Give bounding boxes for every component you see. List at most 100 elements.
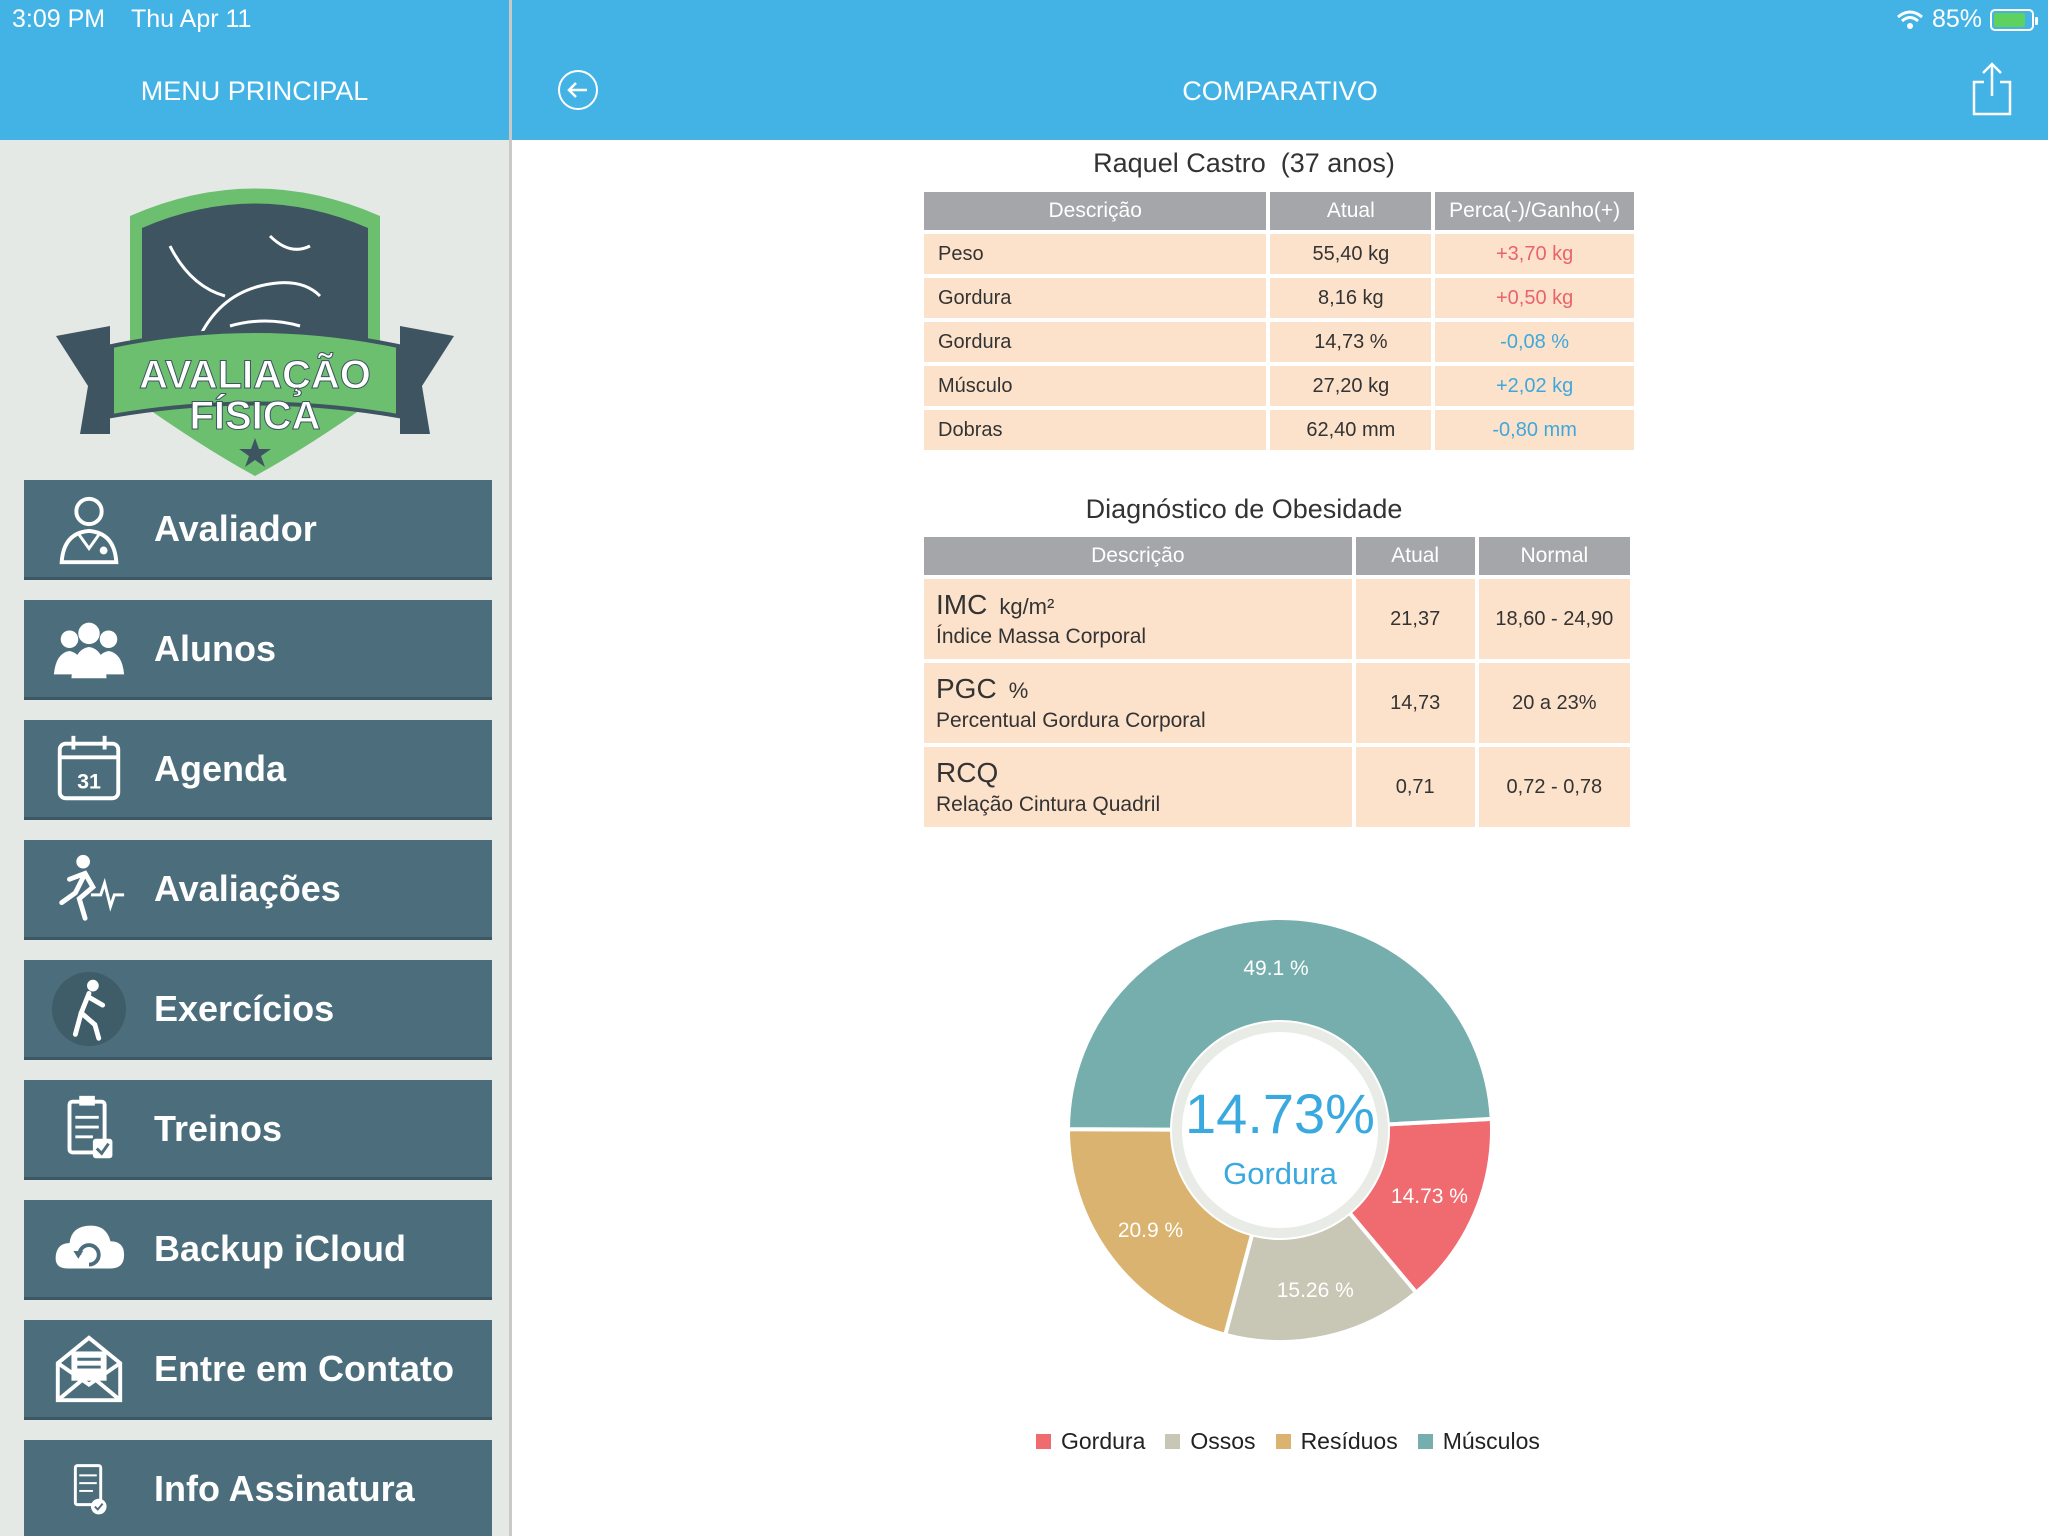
- row-desc: IMC kg/m² Índice Massa Corporal: [924, 579, 1352, 659]
- cloud-sync-icon: [24, 1199, 154, 1299]
- slice-label: 20.9 %: [1118, 1219, 1183, 1242]
- menu-label: Treinos: [154, 1107, 283, 1149]
- runner-heartbeat-icon: [24, 839, 154, 939]
- menu-item-avaliador[interactable]: Avaliador: [24, 480, 492, 580]
- table-row: Músculo 27,20 kg +2,02 kg: [924, 366, 1634, 406]
- legend-swatch: [1036, 1434, 1051, 1449]
- obesity-table: Descrição Atual Normal IMC kg/m² Índice M…: [920, 533, 1634, 831]
- row-desc: PGC% Percentual Gordura Corporal: [924, 663, 1352, 743]
- row-desc: Gordura: [924, 278, 1267, 318]
- battery-icon: [1990, 8, 2038, 31]
- metric-abbr: IMC: [936, 589, 988, 620]
- col-header: Perca(-)/Ganho(+): [1435, 192, 1634, 230]
- app-logo: AVALIAÇÃO FÍSICA: [56, 188, 454, 476]
- status-time: 3:09 PM: [12, 5, 106, 33]
- left-pane: 3:09 PM Thu Apr 11 MENU PRINCIPAL AVALIA…: [0, 0, 509, 1536]
- col-header: Atual: [1270, 192, 1432, 230]
- row-current: 14,73: [1355, 663, 1475, 743]
- obesity-title: Diagnóstico de Obesidade: [1085, 494, 1403, 524]
- legend-label: Resíduos: [1300, 1428, 1398, 1454]
- row-desc: Gordura: [924, 322, 1267, 362]
- menu-item-backup-icloud[interactable]: Backup iCloud: [24, 1200, 492, 1300]
- exercise-icon: [24, 959, 154, 1059]
- right-header: 85% COMPARATIVO: [512, 0, 2048, 140]
- metric-name: Relação Cintura Quadril: [936, 793, 1161, 816]
- row-desc: RCQ Relação Cintura Quadril: [924, 747, 1352, 827]
- row-current: 8,16 kg: [1270, 278, 1432, 318]
- menu-label: Avaliações: [154, 867, 341, 909]
- table-row: RCQ Relação Cintura Quadril 0,71 0,72 - …: [924, 747, 1630, 827]
- legend-item: Ossos: [1165, 1428, 1256, 1455]
- svg-text:31: 31: [77, 769, 101, 793]
- slice-label: 14.73 %: [1391, 1185, 1468, 1208]
- users-icon: [24, 599, 154, 699]
- menu-item-agenda[interactable]: 31 Agenda: [24, 720, 492, 820]
- logo-text-line2: FÍSICA: [189, 393, 320, 438]
- chart-legend: Gordura Ossos Resíduos Músculos: [1036, 1428, 1540, 1455]
- page-title: COMPARATIVO: [1182, 76, 1378, 106]
- menu-item-contato[interactable]: Entre em Contato: [24, 1320, 492, 1420]
- col-header: Descrição: [924, 537, 1352, 575]
- menu-label: Backup iCloud: [154, 1227, 407, 1269]
- row-desc: Músculo: [924, 366, 1267, 406]
- composition-donut-chart: 14.73% Gordura 14.73 % 15.26 % 20.9 % 49.1 …: [1065, 916, 1494, 1344]
- row-current: 62,40 mm: [1270, 410, 1432, 450]
- metric-name: Índice Massa Corporal: [936, 625, 1147, 648]
- legend-label: Músculos: [1442, 1428, 1540, 1454]
- menu-item-alunos[interactable]: Alunos: [24, 600, 492, 700]
- menu-item-treinos[interactable]: Treinos: [24, 1080, 492, 1180]
- row-change: -0,08 %: [1435, 322, 1634, 362]
- clipboard-icon: [24, 1079, 154, 1179]
- row-change: -0,80 mm: [1435, 410, 1634, 450]
- split-divider: [509, 0, 512, 1536]
- legend-item: Gordura: [1036, 1428, 1145, 1455]
- legend-swatch: [1165, 1434, 1181, 1449]
- col-header: Atual: [1355, 537, 1475, 575]
- wifi-icon: [1896, 10, 1923, 29]
- row-current: 21,37: [1355, 579, 1475, 659]
- legend-swatch: [1275, 1434, 1291, 1449]
- menu-item-exercicios[interactable]: Exercícios: [24, 960, 492, 1060]
- legend-label: Gordura: [1061, 1428, 1146, 1454]
- comparison-table: Descrição Atual Perca(-)/Ganho(+) Peso 5…: [920, 188, 1638, 454]
- legend-swatch: [1417, 1434, 1433, 1449]
- left-header: 3:09 PM Thu Apr 11 MENU PRINCIPAL: [0, 0, 509, 140]
- row-change: +0,50 kg: [1435, 278, 1634, 318]
- menu-label: Avaliador: [154, 507, 317, 549]
- metric-abbr: RCQ: [936, 757, 999, 788]
- metric-abbr: PGC: [936, 673, 997, 704]
- chart-center-label: Gordura: [1223, 1156, 1337, 1191]
- table-row: IMC kg/m² Índice Massa Corporal 21,37 18,…: [924, 579, 1630, 659]
- person-caption: Raquel Castro (37 anos): [924, 148, 1564, 179]
- row-change: +3,70 kg: [1435, 234, 1634, 274]
- logo-text-line1: AVALIAÇÃO: [139, 351, 371, 397]
- row-current: 27,20 kg: [1270, 366, 1432, 406]
- legend-label: Ossos: [1190, 1428, 1256, 1454]
- table-row: Dobras 62,40 mm -0,80 mm: [924, 410, 1634, 450]
- table-row: Gordura 14,73 % -0,08 %: [924, 322, 1634, 362]
- row-normal: 18,60 - 24,90: [1478, 579, 1630, 659]
- row-normal: 20 a 23%: [1478, 663, 1630, 743]
- menu-item-avaliacoes[interactable]: Avaliações: [24, 840, 492, 940]
- mail-icon: [24, 1319, 154, 1419]
- menu-label: Agenda: [154, 747, 287, 789]
- row-current: 0,71: [1355, 747, 1475, 827]
- menu-label: Exercícios: [154, 987, 335, 1029]
- row-current: 14,73 %: [1270, 322, 1432, 362]
- menu-label: Entre em Contato: [154, 1347, 455, 1389]
- status-date: Thu Apr 11: [131, 5, 252, 33]
- person-name: Raquel Castro: [1093, 148, 1266, 178]
- row-current: 55,40 kg: [1270, 234, 1432, 274]
- table-row: Peso 55,40 kg +3,70 kg: [924, 234, 1634, 274]
- menu-label: Info Assinatura: [154, 1467, 415, 1509]
- table-row: Gordura 8,16 kg +0,50 kg: [924, 278, 1634, 318]
- metric-name: Percentual Gordura Corporal: [936, 709, 1206, 732]
- main-menu: Avaliador Alunos 31 Agenda Avaliações Ex…: [24, 480, 492, 1536]
- metric-unit: %: [1008, 678, 1029, 703]
- menu-item-info-assinatura[interactable]: Info Assinatura: [24, 1440, 492, 1536]
- table-row: PGC% Percentual Gordura Corporal 14,73 2…: [924, 663, 1630, 743]
- share-icon[interactable]: [1972, 62, 2012, 116]
- status-indicators: 85%: [1896, 5, 2038, 34]
- person-age: (37 anos): [1280, 148, 1395, 178]
- col-header: Descrição: [924, 192, 1267, 230]
